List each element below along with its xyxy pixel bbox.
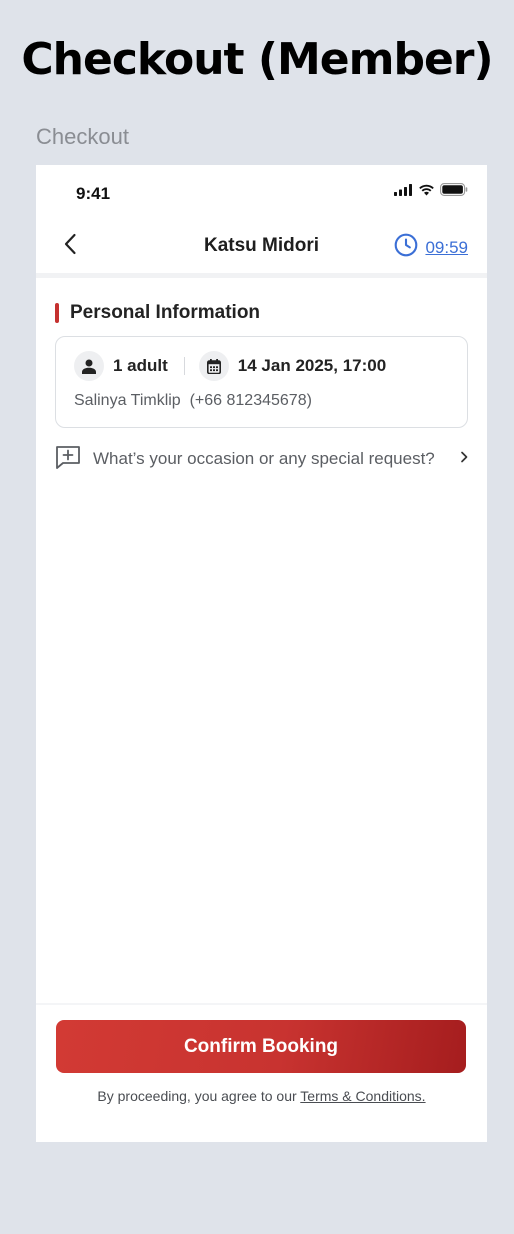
chevron-right-icon [459,450,469,469]
terms-prefix: By proceeding, you agree to our [97,1088,301,1104]
section-title: Personal Information [70,302,261,323]
special-request-text: What’s your occasion or any special requ… [93,449,435,468]
summary-divider [183,357,185,375]
wifi-icon [418,183,435,201]
special-request-row[interactable]: What’s your occasion or any special requ… [55,443,469,475]
terms-link[interactable]: Terms & Conditions. [300,1088,425,1104]
booking-datetime: 14 Jan 2025, 17:00 [237,356,387,375]
personal-info-heading: Personal Information [55,302,260,324]
booking-summary: 1 adult 14 Jan 2025, 17:00 [74,351,386,381]
person-icon [74,351,104,381]
page-title: Checkout (Member) [21,34,493,85]
phone-screen: 9:41 Katsu Midori 09:59 Personal Informa… [36,165,487,1142]
calendar-icon [198,351,229,381]
status-icons [394,183,468,201]
back-button[interactable] [56,231,84,261]
clock-icon [394,233,418,262]
nav-divider [36,273,487,278]
battery-icon [440,183,468,201]
confirm-booking-button[interactable]: Confirm Booking [56,1020,466,1073]
booking-info-card: 1 adult 14 Jan 2025, 17:00 Salinya Timkl… [55,336,468,428]
section-label: Checkout [36,124,129,149]
chevron-left-icon [63,233,77,260]
guest-count: 1 adult [113,356,168,375]
nav-bar: Katsu Midori 09:59 [36,221,487,271]
footer-divider [36,1003,487,1005]
status-bar: 9:41 [36,165,487,215]
accent-bar [55,303,59,323]
add-comment-icon [55,445,81,474]
cellular-signal-icon [394,183,413,201]
contact-details: Salinya Timklip (+66 812345678) [74,392,312,409]
status-time: 9:41 [76,184,111,203]
countdown-timer[interactable]: 09:59 [394,233,468,262]
timer-value: 09:59 [425,237,468,257]
terms-notice: By proceeding, you agree to our Terms & … [36,1088,487,1104]
